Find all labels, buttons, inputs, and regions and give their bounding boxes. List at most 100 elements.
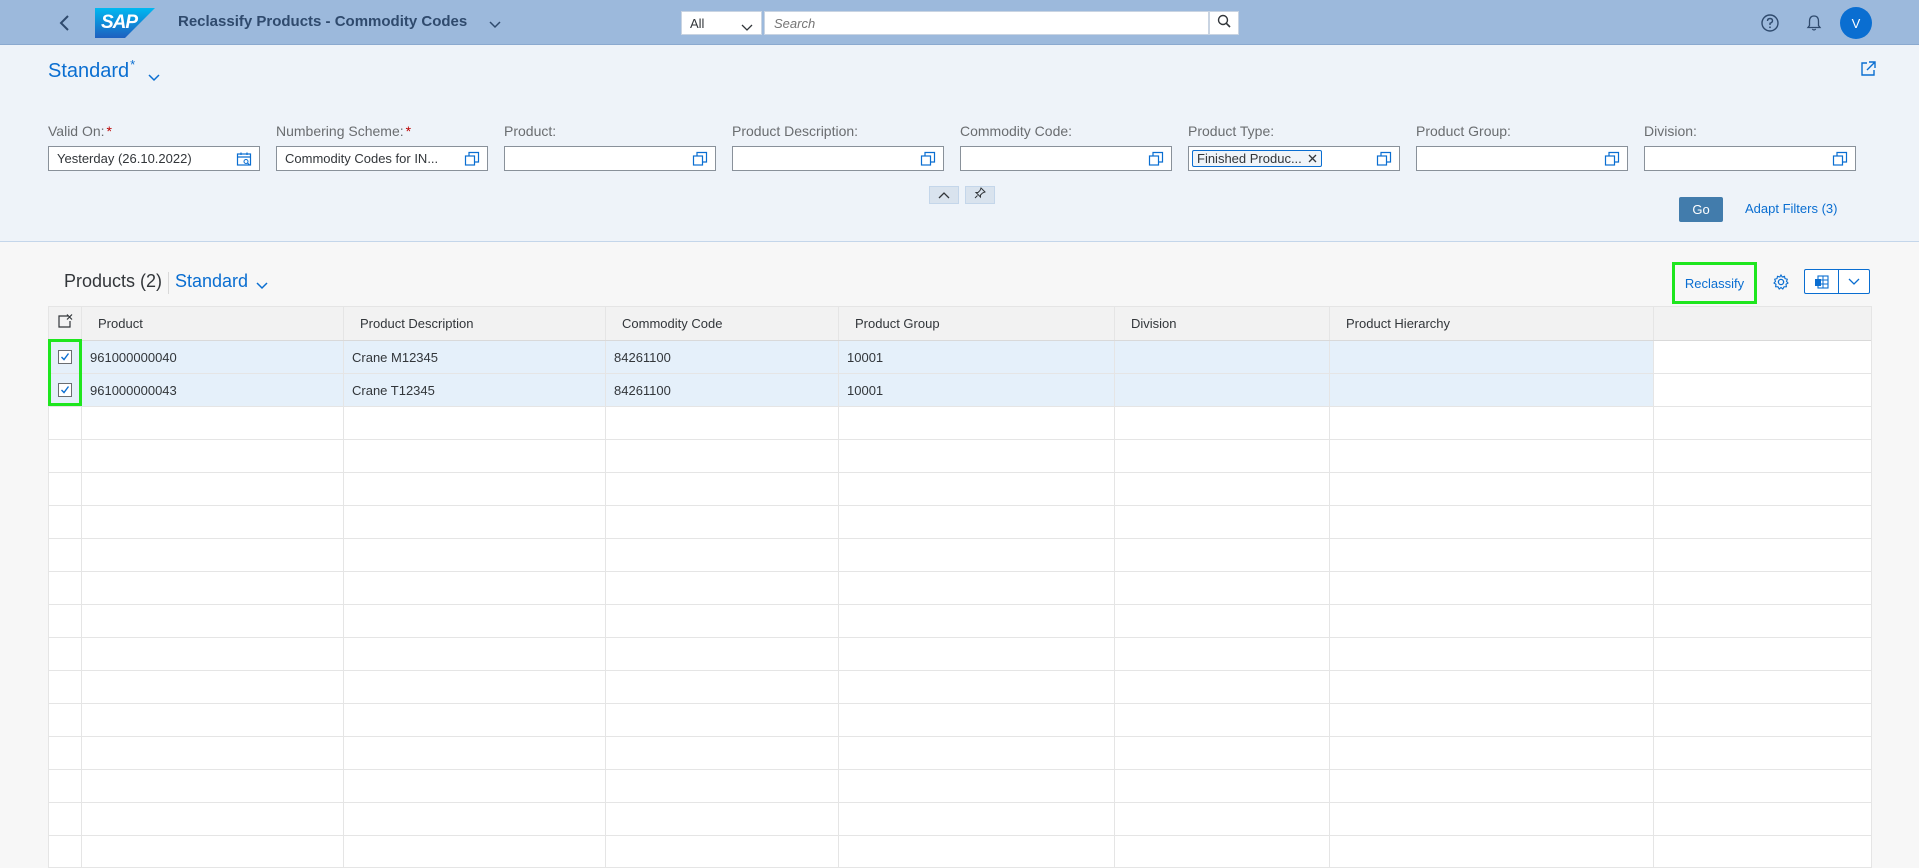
- empty-cell: [839, 671, 1115, 703]
- commodity-code-label: Commodity Code:: [960, 123, 1073, 139]
- chevron-down-icon[interactable]: [147, 70, 161, 82]
- column-header-product-group[interactable]: Product Group: [839, 307, 1115, 340]
- empty-table-row: [49, 836, 1871, 867]
- remove-token-icon[interactable]: [1308, 151, 1317, 166]
- search-field[interactable]: [764, 11, 1209, 35]
- export-menu-button[interactable]: [1804, 269, 1870, 294]
- empty-cell: [82, 704, 344, 736]
- chevron-down-icon[interactable]: [255, 278, 269, 290]
- help-icon[interactable]: [1759, 12, 1781, 34]
- empty-cell: [1330, 539, 1654, 571]
- back-icon[interactable]: [54, 12, 78, 34]
- empty-cell: [344, 737, 606, 769]
- empty-table-row: [49, 440, 1871, 473]
- empty-cell: [1654, 704, 1871, 736]
- search-button[interactable]: [1209, 11, 1239, 35]
- empty-cell: [82, 572, 344, 604]
- column-header-commodity-code[interactable]: Commodity Code: [606, 307, 839, 340]
- toolbar-separator: [168, 272, 169, 294]
- row-selector[interactable]: [49, 374, 82, 406]
- adapt-filters-button[interactable]: Adapt Filters (3): [1745, 201, 1837, 216]
- value-help-icon[interactable]: [920, 151, 936, 167]
- search-scope-select[interactable]: All: [681, 11, 762, 35]
- calendar-icon[interactable]: [236, 151, 252, 167]
- go-button[interactable]: Go: [1679, 197, 1723, 222]
- empty-cell: [1115, 671, 1330, 703]
- chevron-down-icon[interactable]: [1839, 270, 1869, 293]
- sap-logo[interactable]: SAP: [95, 8, 155, 38]
- empty-cell: [606, 770, 839, 802]
- column-header-division[interactable]: Division: [1115, 307, 1330, 340]
- table-row[interactable]: 961000000040 Crane M12345 84261100 10001: [49, 341, 1871, 374]
- value-help-icon[interactable]: [1832, 151, 1848, 167]
- empty-cell: [1654, 605, 1871, 637]
- empty-cell: [1115, 539, 1330, 571]
- deselect-all-icon[interactable]: [57, 313, 73, 334]
- row-checkbox[interactable]: [58, 383, 72, 397]
- collapse-header-button[interactable]: [929, 186, 959, 204]
- empty-cell: [839, 407, 1115, 439]
- row-checkbox[interactable]: [58, 350, 72, 364]
- empty-cell: [1330, 803, 1654, 835]
- product-type-token[interactable]: Finished Produc...: [1192, 150, 1322, 167]
- value-help-icon[interactable]: [1376, 151, 1392, 167]
- valid-on-value: Yesterday (26.10.2022): [57, 151, 192, 166]
- product-group-field[interactable]: [1416, 146, 1628, 171]
- chevron-down-icon[interactable]: [488, 17, 502, 29]
- empty-cell: [606, 638, 839, 670]
- empty-cell: [82, 605, 344, 637]
- valid-on-field[interactable]: Yesterday (26.10.2022): [48, 146, 260, 171]
- product-description-field[interactable]: [732, 146, 944, 171]
- table-row[interactable]: 961000000043 Crane T12345 84261100 10001: [49, 374, 1871, 407]
- commodity-code-field[interactable]: [960, 146, 1172, 171]
- table-variant[interactable]: Standard: [175, 271, 248, 292]
- numbering-scheme-value: Commodity Codes for IN...: [285, 151, 439, 166]
- value-help-icon[interactable]: [1604, 151, 1620, 167]
- search-input[interactable]: [765, 12, 1208, 34]
- division-field[interactable]: [1644, 146, 1856, 171]
- variant-name[interactable]: Standard: [48, 60, 129, 83]
- empty-cell: [82, 803, 344, 835]
- row-selector: [49, 473, 82, 505]
- user-avatar[interactable]: V: [1840, 7, 1872, 39]
- column-header-product-description[interactable]: Product Description: [344, 307, 606, 340]
- variant-management[interactable]: Standard *: [48, 57, 161, 83]
- value-help-icon[interactable]: [464, 151, 480, 167]
- pin-header-button[interactable]: [965, 186, 995, 204]
- row-selector: [49, 506, 82, 538]
- value-help-icon[interactable]: [692, 151, 708, 167]
- empty-cell: [1654, 836, 1871, 867]
- column-header-filler: [1654, 307, 1871, 340]
- empty-cell: [82, 407, 344, 439]
- column-header-product-hierarchy[interactable]: Product Hierarchy: [1330, 307, 1654, 340]
- export-to-spreadsheet-icon[interactable]: [1805, 270, 1839, 293]
- value-help-icon[interactable]: [1148, 151, 1164, 167]
- product-type-field[interactable]: Finished Produc...: [1188, 146, 1400, 171]
- share-icon[interactable]: [1859, 60, 1877, 78]
- products-table: Product Product Description Commodity Co…: [48, 306, 1872, 868]
- select-all-cell[interactable]: [49, 307, 82, 340]
- row-selector: [49, 737, 82, 769]
- empty-cell: [606, 605, 839, 637]
- required-marker: *: [405, 123, 412, 139]
- row-selector: [49, 770, 82, 802]
- product-field[interactable]: [504, 146, 716, 171]
- empty-cell: [839, 440, 1115, 472]
- empty-cell: [839, 473, 1115, 505]
- column-header-product[interactable]: Product: [82, 307, 344, 340]
- empty-cell: [82, 836, 344, 867]
- row-selector[interactable]: [49, 341, 82, 373]
- cell-commodity-code: 84261100: [606, 374, 839, 406]
- empty-cell: [344, 572, 606, 604]
- empty-cell: [1115, 638, 1330, 670]
- reclassify-button[interactable]: Reclassify: [1672, 262, 1757, 304]
- app-title[interactable]: Reclassify Products - Commodity Codes: [178, 13, 467, 30]
- empty-cell: [839, 836, 1115, 867]
- settings-gear-icon[interactable]: [1771, 272, 1791, 292]
- notifications-bell-icon[interactable]: [1803, 12, 1825, 34]
- numbering-scheme-field[interactable]: Commodity Codes for IN...: [276, 146, 488, 171]
- valid-on-label-text: Valid On:: [48, 123, 105, 139]
- empty-cell: [344, 671, 606, 703]
- cell-product-group: 10001: [839, 341, 1115, 373]
- empty-cell: [1654, 506, 1871, 538]
